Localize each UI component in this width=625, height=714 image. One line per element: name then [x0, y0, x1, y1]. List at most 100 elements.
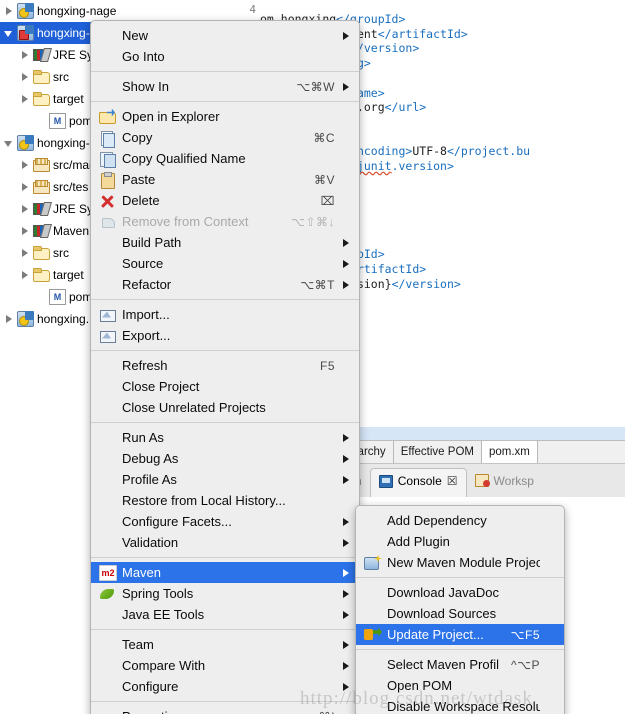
twisty-collapsed-icon[interactable] — [20, 94, 31, 105]
menu-item-select-maven-profiles[interactable]: Select Maven Profiles... ^⌥P — [356, 654, 564, 675]
menu-item-profile-as[interactable]: Profile As — [91, 469, 359, 490]
twisty-collapsed-icon[interactable] — [20, 270, 31, 281]
menu-icon-spacer — [99, 451, 117, 467]
tree-row-label: JRE Sy — [53, 48, 94, 62]
tree-row-label: JRE Sy — [53, 202, 94, 216]
menu-item-new[interactable]: New — [91, 25, 359, 46]
menu-item-copy[interactable]: Copy ⌘C — [91, 127, 359, 148]
menu-item-label: Paste — [122, 172, 156, 187]
menu-item-open-in-explorer[interactable]: Open in Explorer — [91, 106, 359, 127]
menu-item-download-sources[interactable]: Download Sources — [356, 603, 564, 624]
twisty-collapsed-icon[interactable] — [20, 248, 31, 259]
twisty-collapsed-icon[interactable] — [20, 204, 31, 215]
menu-item-show-in[interactable]: Show In ⌥⌘W — [91, 76, 359, 97]
paste-icon — [99, 171, 117, 189]
menu-item-configure-facets[interactable]: Configure Facets... — [91, 511, 359, 532]
tree-row[interactable]: hongxing-nage — [0, 0, 232, 22]
tab-label: pom.xm — [488, 446, 530, 458]
menu-item-export[interactable]: Export... — [91, 325, 359, 346]
menu-item-disable-workspace-resolution[interactable]: Disable Workspace Resolution — [356, 696, 564, 714]
menu-item-java-ee-tools[interactable]: Java EE Tools — [91, 604, 359, 625]
menu-item-label: Configure — [122, 679, 179, 694]
xml-file-icon — [49, 289, 66, 305]
menu-separator — [91, 557, 359, 558]
menu-item-label: Refactor — [122, 277, 172, 292]
menu-item-paste[interactable]: Paste ⌘V — [91, 169, 359, 190]
package-icon — [33, 179, 50, 195]
menu-item-refresh[interactable]: Refresh F5 — [91, 355, 359, 376]
menu-item-download-javadoc[interactable]: Download JavaDoc — [356, 582, 564, 603]
menu-item-compare-with[interactable]: Compare With — [91, 655, 359, 676]
pom-tab-effective-pom[interactable]: Effective POM — [393, 441, 482, 463]
menu-item-label: Select Maven Profiles... — [387, 657, 499, 672]
menu-item-label: Debug As — [122, 451, 179, 466]
twisty-expanded-icon[interactable] — [4, 28, 15, 39]
menu-item-open-pom[interactable]: Open POM — [356, 675, 564, 696]
menu-item-go-into[interactable]: Go Into — [91, 46, 359, 67]
menu-item-label: Add Dependency — [387, 513, 487, 528]
menu-item-delete[interactable]: Delete ⌧ — [91, 190, 359, 211]
package-icon — [33, 157, 50, 173]
close-icon[interactable]: ☒ — [447, 474, 458, 488]
menu-item-validation[interactable]: Validation — [91, 532, 359, 553]
menu-icon-spacer — [364, 699, 382, 714]
menu-item-update-project[interactable]: Update Project... ⌥F5 — [356, 624, 564, 645]
tab-label: Effective POM — [400, 446, 474, 458]
menu-item-new-maven-module-project[interactable]: New Maven Module Project — [356, 552, 564, 573]
menu-icon-spacer — [364, 513, 382, 529]
menu-item-spring-tools[interactable]: Spring Tools — [91, 583, 359, 604]
view-tab-label: Console — [397, 474, 442, 488]
menu-icon-spacer — [99, 514, 117, 530]
menu-item-label: Maven — [122, 565, 162, 580]
view-tab-worksp[interactable]: Worksp — [467, 469, 542, 493]
menu-item-label: Copy — [122, 130, 153, 145]
menu-item-shortcut: ⌥⇧⌘↓ — [291, 214, 335, 229]
twisty-collapsed-icon[interactable] — [20, 226, 31, 237]
menu-item-label: Export... — [122, 328, 171, 343]
menu-item-close-project[interactable]: Close Project — [91, 376, 359, 397]
menu-item-team[interactable]: Team — [91, 634, 359, 655]
project-context-menu[interactable]: New Go Into Show In ⌥⌘W Open in Explorer Copy… — [90, 20, 360, 714]
menu-item-maven[interactable]: Maven — [91, 562, 359, 583]
menu-item-label: Close Unrelated Projects — [122, 400, 266, 415]
twisty-collapsed-icon[interactable] — [20, 160, 31, 171]
menu-item-label: Build Path — [122, 235, 182, 250]
menu-item-import[interactable]: Import... — [91, 304, 359, 325]
jre-library-icon — [33, 47, 50, 63]
menu-icon-spacer — [99, 535, 117, 551]
twisty-collapsed-icon[interactable] — [4, 6, 15, 17]
twisty-collapsed-icon[interactable] — [20, 72, 31, 83]
menu-separator — [356, 649, 564, 650]
menu-separator — [91, 350, 359, 351]
menu-item-refactor[interactable]: Refactor ⌥⌘T — [91, 274, 359, 295]
menu-item-run-as[interactable]: Run As — [91, 427, 359, 448]
twisty-collapsed-icon[interactable] — [4, 314, 15, 325]
menu-separator — [91, 629, 359, 630]
menu-item-properties[interactable]: Properties ⌘I — [91, 706, 359, 714]
m2-icon — [99, 564, 117, 581]
menu-item-add-plugin[interactable]: Add Plugin — [356, 531, 564, 552]
impexp-icon — [99, 328, 117, 344]
menu-item-source[interactable]: Source — [91, 253, 359, 274]
twisty-collapsed-icon[interactable] — [20, 182, 31, 193]
view-tab-console[interactable]: Console ☒ — [369, 468, 467, 497]
menu-icon-spacer — [99, 472, 117, 488]
maven-submenu[interactable]: Add Dependency Add Plugin New Maven Module… — [355, 505, 565, 714]
twisty-collapsed-icon[interactable] — [20, 50, 31, 61]
menu-item-label: Download JavaDoc — [387, 585, 500, 600]
tree-row-label: src/tes — [53, 180, 89, 194]
menu-item-debug-as[interactable]: Debug As — [91, 448, 359, 469]
pom-tab-pom-xm[interactable]: pom.xm — [481, 441, 538, 463]
menu-item-restore-from-local-history[interactable]: Restore from Local History... — [91, 490, 359, 511]
menu-item-configure[interactable]: Configure — [91, 676, 359, 697]
menu-item-label: Disable Workspace Resolution — [387, 699, 540, 714]
menu-item-add-dependency[interactable]: Add Dependency — [356, 510, 564, 531]
menu-item-label: Source — [122, 256, 164, 271]
menu-item-build-path[interactable]: Build Path — [91, 232, 359, 253]
menu-icon-spacer — [99, 28, 117, 44]
twisty-expanded-icon[interactable] — [4, 138, 15, 149]
menu-item-close-unrelated-projects[interactable]: Close Unrelated Projects — [91, 397, 359, 418]
menu-item-copy-qualified-name[interactable]: Copy Qualified Name — [91, 148, 359, 169]
menu-item-label: Go Into — [122, 49, 165, 64]
